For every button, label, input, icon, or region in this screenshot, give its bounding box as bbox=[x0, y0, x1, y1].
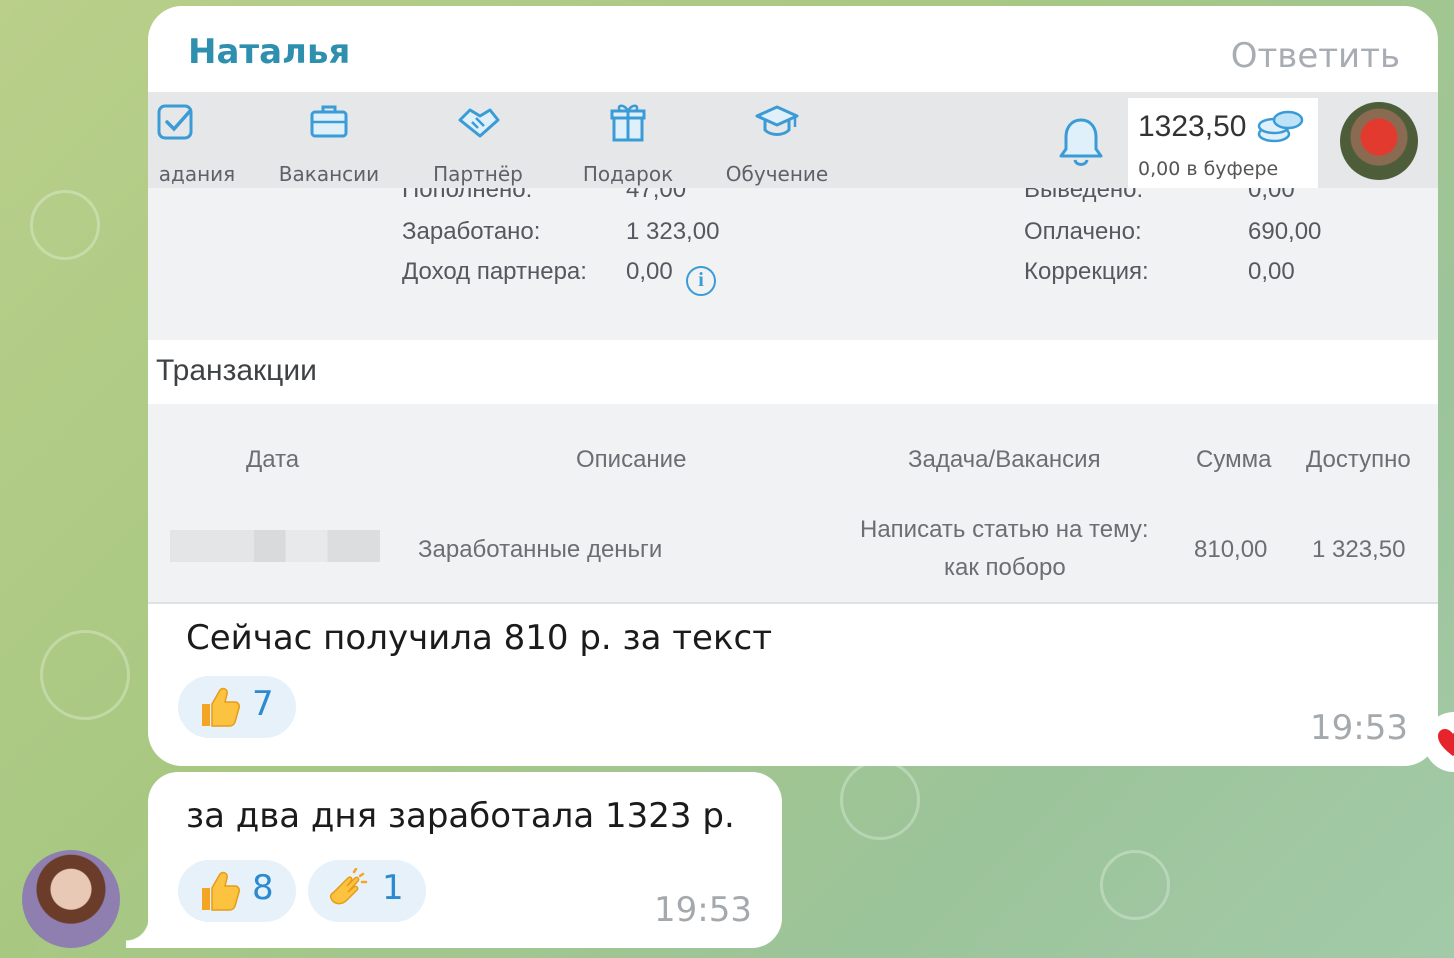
background-doodle bbox=[40, 630, 130, 720]
message-text: за два дня заработала 1323 р. bbox=[186, 796, 735, 836]
stat-value: 0,00 bbox=[626, 258, 673, 285]
transactions-table: Дата Описание Задача/Вакансия Сумма Дост… bbox=[148, 404, 1438, 602]
cell-task-line: как поборо bbox=[944, 554, 1066, 581]
background-doodle bbox=[840, 760, 920, 840]
gift-icon bbox=[610, 104, 646, 142]
stat-value: 47,00 bbox=[626, 188, 687, 203]
nav-item-tasks: адания bbox=[148, 100, 242, 186]
column-header-available: Доступно bbox=[1306, 446, 1411, 473]
stat-label: Выведено: bbox=[1024, 188, 1144, 203]
blurred-date-cell bbox=[170, 530, 380, 562]
message-bubble-screenshot[interactable]: Наталья Ответить адания Вакансии Партнёр… bbox=[148, 6, 1438, 766]
stat-value: 0,00 bbox=[1248, 258, 1295, 285]
stat-label: Заработано: bbox=[402, 218, 541, 245]
reaction-thumbs-up[interactable]: 7 bbox=[178, 676, 296, 738]
background-doodle bbox=[30, 190, 100, 260]
sender-avatar[interactable] bbox=[22, 850, 120, 948]
cell-task-line: Написать статью на тему: bbox=[860, 516, 1149, 543]
nav-label: Подарок bbox=[582, 162, 674, 186]
coins-icon bbox=[1257, 110, 1304, 143]
thumbs-up-icon bbox=[202, 871, 240, 911]
stat-label: Пополнено: bbox=[402, 188, 533, 203]
nav-label: Вакансии bbox=[278, 162, 380, 186]
message-text: Сейчас получила 810 р. за текст bbox=[186, 618, 773, 658]
nav-label: адания bbox=[158, 162, 236, 186]
stat-label: Оплачено: bbox=[1024, 218, 1142, 245]
message-time: 19:53 bbox=[1310, 708, 1408, 748]
cell-sum: 810,00 bbox=[1194, 536, 1268, 563]
sender-name[interactable]: Наталья bbox=[188, 32, 350, 72]
stat-value: 690,00 bbox=[1248, 218, 1322, 245]
handshake-icon bbox=[458, 108, 500, 138]
heart-icon bbox=[1438, 729, 1454, 756]
tasks-icon bbox=[157, 104, 193, 140]
column-header-description: Описание bbox=[576, 446, 687, 473]
nav-item-education: Обучение bbox=[712, 100, 842, 186]
reaction-count: 1 bbox=[382, 868, 404, 908]
message-bubble[interactable]: за два дня заработала 1323 р. 8 1 19:53 bbox=[126, 772, 782, 948]
nav-item-partner: Партнёр bbox=[413, 100, 543, 186]
column-header-task: Задача/Вакансия bbox=[908, 446, 1101, 473]
info-icon: i bbox=[686, 266, 716, 296]
column-header-date: Дата bbox=[246, 446, 300, 473]
stat-label: Коррекция: bbox=[1024, 258, 1149, 285]
reaction-count: 7 bbox=[252, 684, 274, 724]
attached-screenshot[interactable]: адания Вакансии Партнёр Подарок Обучение… bbox=[148, 92, 1438, 604]
bell-icon bbox=[1059, 118, 1103, 166]
background-doodle bbox=[1100, 850, 1170, 920]
profile-avatar bbox=[1340, 102, 1418, 180]
stat-value: 0,00 bbox=[1248, 188, 1295, 203]
site-navbar: адания Вакансии Партнёр Подарок Обучение… bbox=[148, 92, 1438, 188]
stat-label: Доход партнера: bbox=[402, 258, 587, 285]
column-header-sum: Сумма bbox=[1196, 446, 1272, 473]
balance-widget: 1323,50 0,00 в буфере bbox=[1128, 98, 1318, 188]
reply-button[interactable]: Ответить bbox=[1231, 36, 1400, 76]
reaction-thumbs-up[interactable]: 8 bbox=[178, 860, 296, 922]
graduation-cap-icon bbox=[755, 105, 799, 136]
reaction-clapping-hands[interactable]: 1 bbox=[308, 860, 426, 922]
reaction-count: 8 bbox=[252, 868, 274, 908]
cell-available: 1 323,50 bbox=[1312, 536, 1406, 563]
divider bbox=[148, 602, 1438, 604]
balance-stats: Пополнено: 47,00 Заработано: 1 323,00 До… bbox=[148, 188, 1438, 340]
transactions-title: Транзакции bbox=[156, 354, 317, 387]
nav-item-gift: Подарок bbox=[563, 100, 693, 186]
cell-description: Заработанные деньги bbox=[418, 536, 663, 563]
briefcase-icon bbox=[310, 105, 348, 138]
nav-item-vacancies: Вакансии bbox=[264, 100, 394, 186]
nav-label: Партнёр bbox=[433, 162, 523, 186]
thumbs-up-icon bbox=[202, 687, 240, 727]
balance-amount: 1323,50 bbox=[1138, 110, 1247, 143]
stat-value: 1 323,00 bbox=[626, 218, 720, 245]
message-time: 19:53 bbox=[654, 890, 752, 930]
transactions-header: Транзакции bbox=[148, 340, 1438, 404]
clapping-hands-icon bbox=[329, 868, 368, 905]
buffer-amount: 0,00 в буфере bbox=[1138, 158, 1279, 180]
nav-label: Обучение bbox=[725, 162, 829, 186]
